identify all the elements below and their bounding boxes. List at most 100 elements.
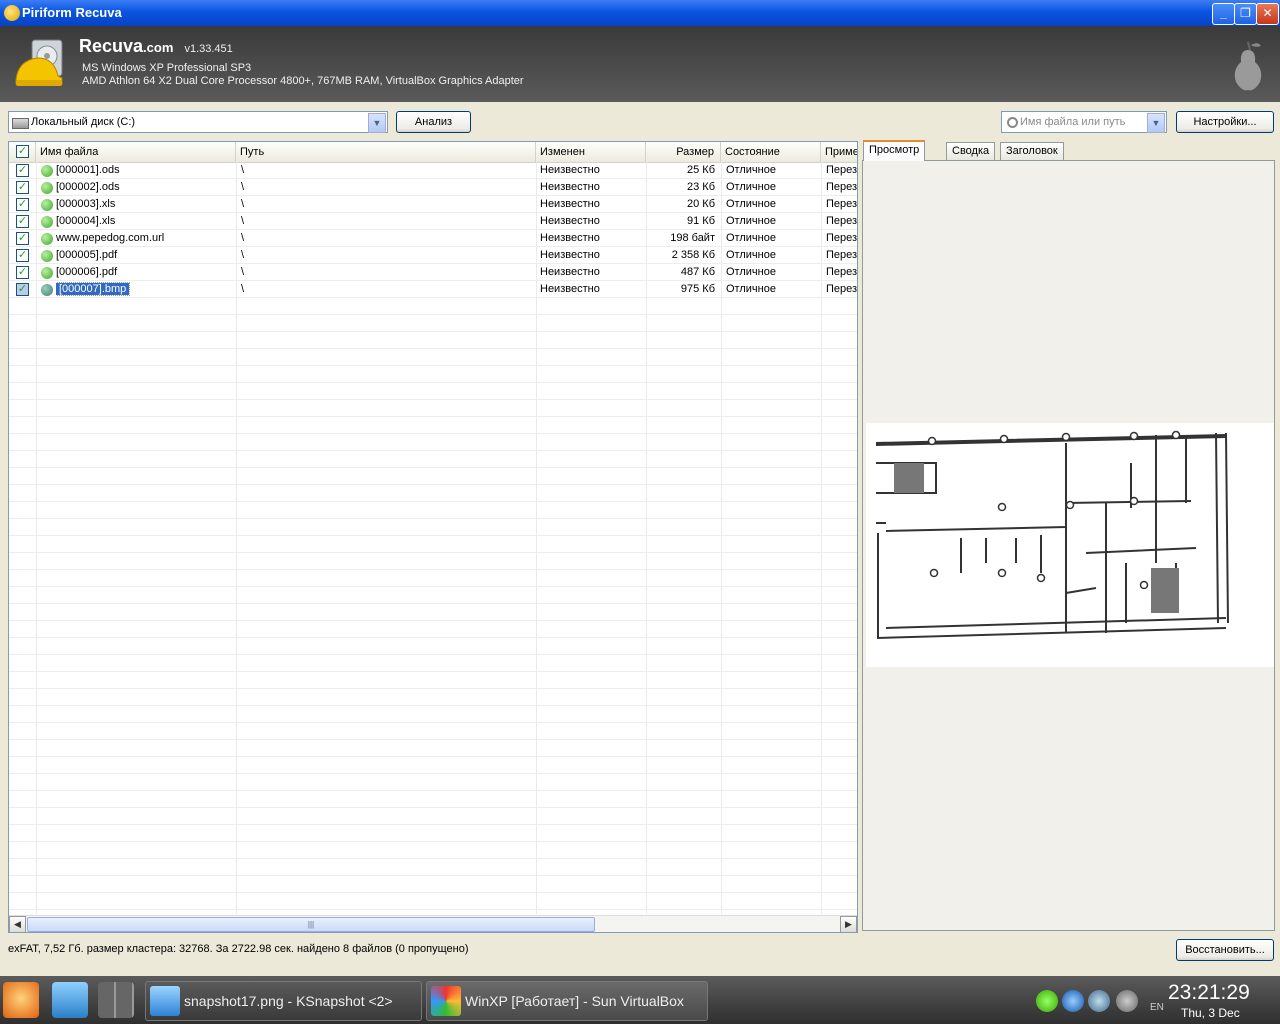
app-header: Recuva.com v1.33.451 MS Windows XP Profe… bbox=[0, 26, 1280, 102]
column-header-comment[interactable]: Приме bbox=[821, 142, 857, 162]
file-name-text: [000002].ods bbox=[56, 181, 120, 193]
file-row[interactable]: ✓ [000001].ods \ Неизвестно 25 Кб Отличное Пер… bbox=[9, 162, 858, 179]
close-button[interactable]: ✕ bbox=[1256, 3, 1279, 25]
empty-row bbox=[9, 485, 857, 502]
column-header-size[interactable]: Размер bbox=[646, 142, 721, 162]
tray-network-icon[interactable] bbox=[1062, 990, 1084, 1012]
tab-header[interactable]: Заголовок bbox=[1000, 142, 1064, 160]
piriform-pear-icon bbox=[1234, 41, 1262, 91]
preview-panel bbox=[862, 160, 1275, 931]
file-row[interactable]: ✓ www.pepedog.com.url \ Неизвестно 198 байт О… bbox=[9, 230, 858, 247]
tray-info-icon[interactable] bbox=[1116, 990, 1138, 1012]
empty-row bbox=[9, 417, 857, 434]
file-checkbox[interactable]: ✓ bbox=[16, 249, 29, 262]
file-path: \ bbox=[241, 266, 245, 278]
empty-row bbox=[9, 825, 857, 842]
file-checkbox[interactable]: ✓ bbox=[16, 198, 29, 211]
file-comment: Перез bbox=[826, 249, 858, 261]
file-row[interactable]: ✓ [000007].bmp \ Неизвестно 975 Кб Отличное Пе… bbox=[9, 281, 857, 298]
file-name-text: [000005].pdf bbox=[56, 249, 118, 261]
file-row[interactable]: ✓ [000004].xls \ Неизвестно 91 Кб Отличное Пер… bbox=[9, 213, 857, 230]
desktop-pager-icon[interactable] bbox=[98, 982, 134, 1018]
file-checkbox[interactable]: ✓ bbox=[16, 283, 29, 296]
file-state: Отличное bbox=[726, 232, 776, 244]
search-input[interactable]: Имя файла или путь ▼ bbox=[1001, 111, 1167, 133]
restore-button[interactable]: Восстановить... bbox=[1176, 939, 1274, 961]
file-comment: Перез bbox=[826, 164, 858, 176]
file-row[interactable]: ✓ [000002].ods \ Неизвестно 23 Кб Отличное Пер… bbox=[9, 179, 857, 196]
clock-date: Thu, 3 Dec bbox=[1181, 1006, 1240, 1020]
tab-preview[interactable]: Просмотр bbox=[863, 140, 926, 161]
empty-row bbox=[9, 757, 857, 774]
file-checkbox[interactable]: ✓ bbox=[16, 181, 29, 194]
file-checkbox[interactable]: ✓ bbox=[16, 232, 29, 245]
file-state: Отличное bbox=[726, 283, 776, 295]
empty-row bbox=[9, 689, 857, 706]
file-modified: Неизвестно bbox=[540, 266, 600, 278]
settings-button[interactable]: Настройки... bbox=[1176, 111, 1274, 133]
file-row[interactable]: ✓ [000006].pdf \ Неизвестно 487 Кб Отличное Пе… bbox=[9, 264, 857, 281]
clock-time: 23:21:29 bbox=[1168, 981, 1250, 1004]
empty-row bbox=[9, 451, 857, 468]
horizontal-scrollbar[interactable]: ◀ ||| ▶ bbox=[9, 915, 857, 932]
file-name-text: www.pepedog.com.url bbox=[56, 232, 165, 244]
file-name-text: [000003].xls bbox=[56, 198, 116, 210]
file-comment: Перез bbox=[826, 198, 858, 210]
file-size: 23 Кб bbox=[687, 181, 715, 193]
scrollbar-thumb[interactable]: ||| bbox=[27, 917, 595, 932]
column-header-state[interactable]: Состояние bbox=[721, 142, 821, 162]
file-list-header: ✓ Имя файла Путь Изменен Размер Состояни… bbox=[9, 142, 857, 163]
column-header-name[interactable]: Имя файла bbox=[36, 142, 236, 162]
task-ksnapshot[interactable]: snapshot17.png - KSnapshot <2> bbox=[145, 981, 422, 1021]
file-comment: Перез bbox=[826, 232, 858, 244]
scroll-left-icon[interactable]: ◀ bbox=[9, 916, 26, 932]
file-checkbox[interactable]: ✓ bbox=[16, 215, 29, 228]
search-history-dropdown-icon[interactable]: ▼ bbox=[1147, 113, 1165, 133]
empty-row bbox=[9, 638, 857, 655]
minimize-button[interactable]: _ bbox=[1212, 3, 1235, 25]
search-icon bbox=[1007, 117, 1018, 128]
title-bar: Piriform Recuva _ ❐ ✕ bbox=[0, 0, 1280, 26]
file-name-text: [000004].xls bbox=[56, 215, 116, 227]
file-checkbox[interactable]: ✓ bbox=[16, 266, 29, 279]
analyze-button[interactable]: Анализ bbox=[396, 111, 471, 133]
file-list[interactable]: ✓ Имя файла Путь Изменен Размер Состояни… bbox=[8, 141, 858, 933]
tray-qbittorrent-icon[interactable] bbox=[1088, 990, 1110, 1012]
start-menu-icon[interactable] bbox=[3, 982, 39, 1018]
window-title: Piriform Recuva bbox=[22, 5, 122, 20]
keyboard-layout[interactable]: EN bbox=[1150, 1002, 1164, 1013]
file-size: 198 байт bbox=[670, 232, 715, 244]
network-icon[interactable] bbox=[52, 982, 88, 1018]
file-modified: Неизвестно bbox=[540, 198, 600, 210]
task-virtualbox[interactable]: WinXP [Работает] - Sun VirtualBox bbox=[426, 981, 708, 1021]
column-header-path[interactable]: Путь bbox=[236, 142, 536, 162]
chevron-down-icon[interactable]: ▼ bbox=[368, 113, 386, 133]
file-path: \ bbox=[241, 215, 245, 227]
empty-row bbox=[9, 893, 857, 910]
empty-row bbox=[9, 434, 857, 451]
empty-row bbox=[9, 604, 857, 621]
file-path: \ bbox=[241, 283, 245, 295]
empty-row bbox=[9, 774, 857, 791]
state-excellent-icon bbox=[41, 267, 53, 279]
select-all-checkbox[interactable]: ✓ bbox=[16, 145, 29, 158]
hard-disk-icon bbox=[12, 118, 29, 129]
file-state: Отличное bbox=[726, 215, 776, 227]
drive-select[interactable]: Локальный диск (C:) ▼ bbox=[8, 111, 388, 133]
maximize-button[interactable]: ❐ bbox=[1234, 3, 1257, 25]
tray-app-icon[interactable] bbox=[1036, 990, 1058, 1012]
empty-row bbox=[9, 740, 857, 757]
select-all-header[interactable]: ✓ bbox=[9, 142, 36, 162]
file-path: \ bbox=[241, 232, 245, 244]
scroll-right-icon[interactable]: ▶ bbox=[840, 916, 857, 932]
file-size: 2 358 Кб bbox=[671, 249, 715, 261]
column-header-modified[interactable]: Изменен bbox=[536, 142, 646, 162]
file-row[interactable]: ✓ [000005].pdf \ Неизвестно 2 358 Кб Отличное… bbox=[9, 247, 858, 264]
file-modified: Неизвестно bbox=[540, 215, 600, 227]
tab-summary[interactable]: Сводка bbox=[946, 142, 996, 160]
file-row[interactable]: ✓ [000003].xls \ Неизвестно 20 Кб Отличное Пер… bbox=[9, 196, 858, 213]
file-size: 91 Кб bbox=[687, 215, 715, 227]
empty-row bbox=[9, 655, 857, 672]
file-name: [000006].pdf bbox=[56, 264, 234, 281]
file-checkbox[interactable]: ✓ bbox=[16, 164, 29, 177]
